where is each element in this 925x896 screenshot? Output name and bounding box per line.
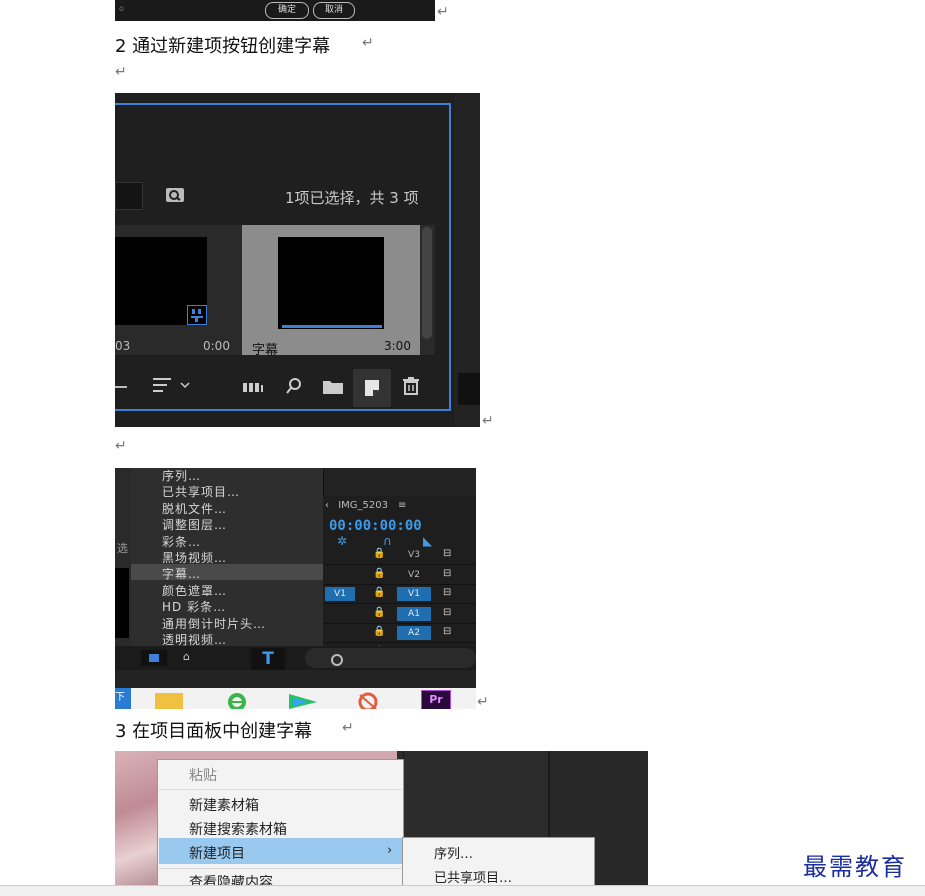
menu-item[interactable]: 脱机文件…: [162, 501, 322, 517]
cancel-button[interactable]: 取消: [313, 2, 355, 19]
slider[interactable]: [115, 386, 127, 388]
return-mark: ↵: [482, 413, 494, 429]
project-item[interactable]: 03 0:00: [115, 225, 240, 355]
sync-lock-icon[interactable]: ⊟: [443, 607, 451, 618]
screenshot-tool-icon[interactable]: [355, 692, 381, 709]
menu-item[interactable]: 通用倒计时片头…: [162, 616, 322, 632]
item-code: 03: [115, 339, 131, 353]
menu-item[interactable]: 彩条…: [162, 534, 322, 550]
tab-chevron-icon: ‹: [325, 500, 333, 511]
side-label: 选: [117, 542, 128, 555]
track-target[interactable]: V2: [397, 568, 431, 582]
type-tool-icon[interactable]: T: [251, 648, 285, 670]
selection-status: 1项已选择，共 3 项: [285, 189, 419, 207]
menu-item[interactable]: HD 彩条…: [162, 599, 322, 615]
item-thumbnail: [278, 237, 384, 329]
menu-divider: [159, 789, 402, 790]
sync-lock-icon[interactable]: ⊟: [443, 626, 451, 637]
menu-item[interactable]: 序列…: [162, 468, 322, 484]
menu-item-new-search-bin[interactable]: 新建搜索素材箱: [189, 819, 287, 839]
lock-icon[interactable]: 🔒: [373, 568, 385, 579]
scrollbar[interactable]: [422, 227, 432, 339]
lock-icon[interactable]: 🔒: [373, 548, 385, 559]
source-patch[interactable]: V1: [325, 587, 355, 601]
automate-icon[interactable]: [243, 379, 265, 398]
lock-icon[interactable]: 🔒: [373, 587, 385, 598]
item-name: 字幕: [252, 343, 279, 358]
sort-icon[interactable]: [153, 375, 193, 399]
menu-item[interactable]: 调整图层…: [162, 517, 322, 533]
media-player-icon[interactable]: [287, 692, 319, 709]
lock-icon[interactable]: 🔒: [373, 607, 385, 618]
return-mark: ↵: [342, 720, 354, 736]
sequence-tab[interactable]: ‹ IMG_5203 ≡: [325, 500, 406, 511]
adjacent-panel: [454, 93, 480, 427]
zoom-slider[interactable]: [305, 648, 476, 668]
track-target[interactable]: A1: [397, 606, 431, 621]
item-progress: [282, 325, 382, 328]
dialog-screenshot-fragment: o 确定 取消: [115, 0, 435, 21]
menu-item[interactable]: 字幕…: [162, 566, 322, 582]
ok-button[interactable]: 确定: [265, 2, 309, 19]
find-icon[interactable]: [285, 377, 303, 399]
submenu-item-sequence[interactable]: 序列…: [434, 843, 473, 862]
new-bin-icon[interactable]: [323, 379, 343, 398]
new-item-menu-screenshot: 选 序列… 已共享项目… 脱机文件… 调整图层… 彩条… 黑场视频… 字幕… 颜色遮罩… HD …: [115, 468, 476, 709]
item-duration: 3:00: [384, 339, 411, 353]
watermark: 最需教育: [803, 853, 907, 881]
sync-lock-icon[interactable]: ⊟: [443, 568, 451, 579]
menu-item-paste[interactable]: 粘贴: [189, 765, 217, 785]
trash-icon[interactable]: [403, 377, 419, 399]
lock-icon[interactable]: 🔒: [373, 626, 385, 637]
start-button[interactable]: 下: [115, 688, 131, 709]
menu-item-new-bin[interactable]: 新建素材箱: [189, 795, 259, 815]
search-icon[interactable]: [165, 187, 185, 203]
new-item-button[interactable]: [353, 369, 391, 407]
premiere-pro-icon[interactable]: Pr: [421, 690, 451, 709]
menu-icon[interactable]: ≡: [398, 500, 406, 511]
project-item-selected[interactable]: 字幕 3:00: [242, 225, 420, 358]
submenu-item-shared-project[interactable]: 已共享项目…: [434, 867, 512, 886]
submenu-arrow-icon: ›: [387, 843, 393, 858]
dialog-marker: o: [119, 4, 124, 13]
timecode[interactable]: 00:00:00:00: [329, 518, 422, 534]
menu-item[interactable]: 颜色遮罩…: [162, 583, 322, 599]
menu-item[interactable]: 已共享项目…: [162, 484, 322, 500]
menu-divider: [159, 868, 402, 869]
menu-item-new-item[interactable]: 新建项目: [189, 843, 245, 863]
sync-lock-icon[interactable]: ⊟: [443, 548, 451, 559]
trash-icon[interactable]: ⌂: [183, 650, 190, 663]
step2-heading: 2 通过新建项按钮创建字幕: [115, 36, 331, 57]
sequence-name: IMG_5203: [338, 500, 388, 511]
status-bar: [0, 885, 925, 896]
return-mark: ↵: [437, 4, 449, 20]
project-panel-context-menu-screenshot: 粘贴 新建素材箱 新建搜索素材箱 新建项目 › 查看隐藏内容 序列… 已共享项目…: [115, 751, 648, 895]
search-input[interactable]: [115, 182, 143, 210]
desktop-wallpaper: [115, 751, 157, 895]
track-target[interactable]: A2: [397, 626, 431, 640]
browser-icon[interactable]: [223, 692, 251, 709]
track-target[interactable]: V3: [397, 548, 431, 562]
menu-item[interactable]: 黑场视频…: [162, 550, 322, 566]
project-panel-screenshot: 1项已选择，共 3 项 03 0:00 字幕 3:00: [115, 93, 480, 427]
return-mark: ↵: [115, 438, 127, 454]
step3-heading: 3 在项目面板中创建字幕: [115, 721, 313, 742]
return-mark: ↵: [477, 694, 489, 710]
file-explorer-icon[interactable]: [155, 693, 183, 709]
selection-tool[interactable]: [141, 650, 167, 666]
return-mark: ↵: [115, 64, 127, 80]
sequence-badge-icon: [187, 305, 207, 325]
sync-lock-icon[interactable]: ⊟: [443, 587, 451, 598]
track-target[interactable]: V1: [397, 587, 431, 601]
return-mark: ↵: [362, 35, 374, 51]
item-duration: 0:00: [203, 339, 230, 353]
